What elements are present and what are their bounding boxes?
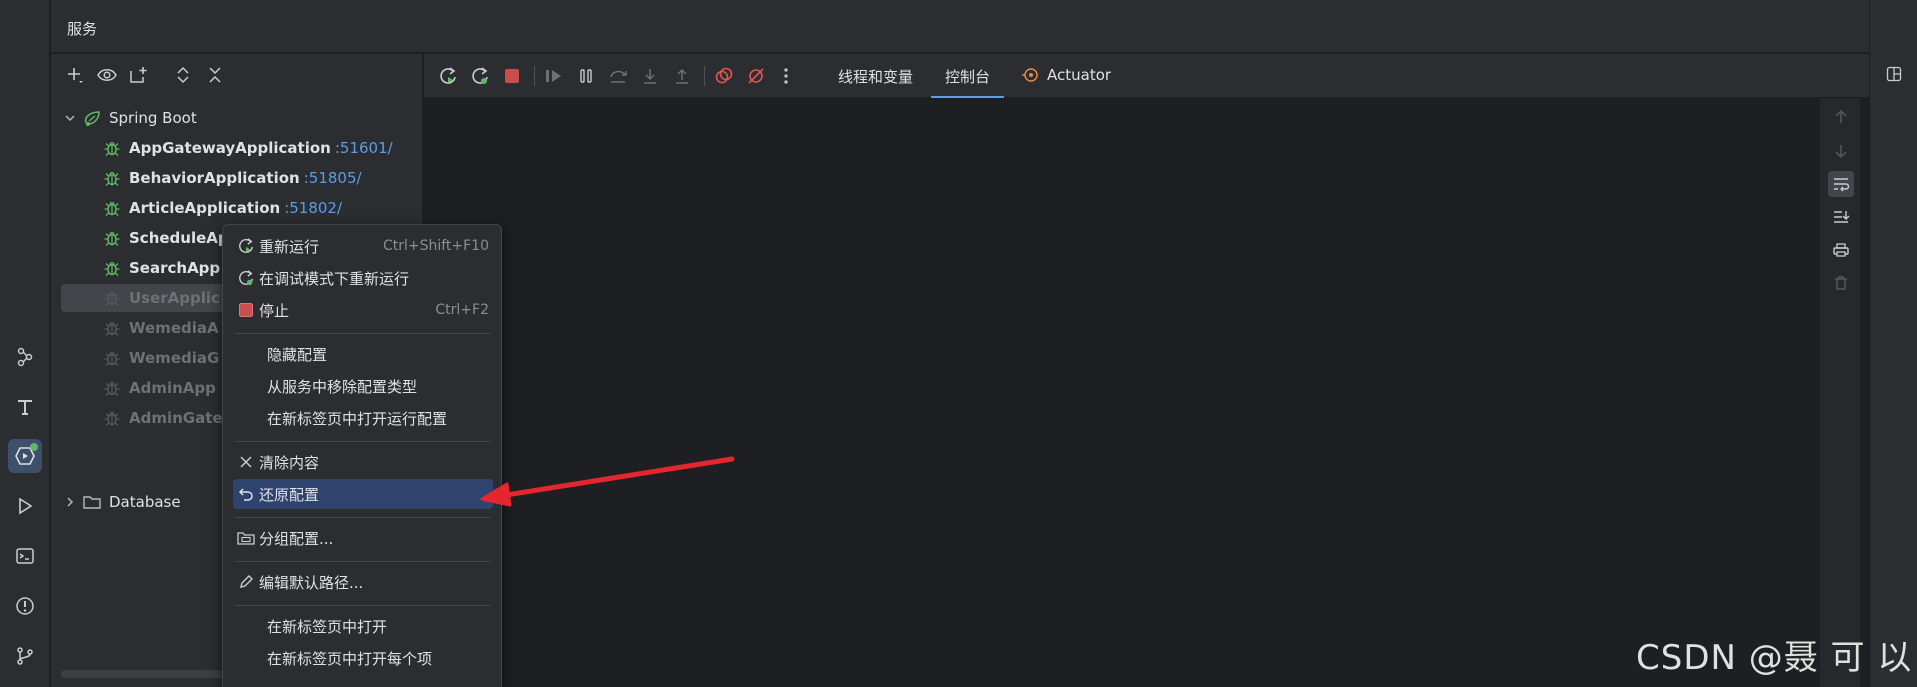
chevron-down-icon[interactable] [61,112,79,124]
stop-icon [233,302,259,318]
app-name: AppGatewayApplication [129,139,331,157]
structure-icon[interactable] [8,340,42,374]
app-name: AdminApp [129,379,216,397]
group-icon [233,530,259,546]
step-into-icon[interactable] [638,64,662,88]
rerun-icon [233,237,259,255]
app-name: WemediaA [129,319,219,337]
step-over-icon[interactable] [606,64,630,88]
panel-header: 服务 [51,0,1869,53]
tab-threads-variables[interactable]: 线程和变量 [838,66,913,87]
new-tab-icon[interactable] [127,63,151,87]
eye-icon[interactable] [95,63,119,87]
trash-icon[interactable] [1828,270,1854,296]
layout-icon[interactable] [1884,64,1904,84]
bug-icon [101,379,123,397]
watermark: CSDN @聂 可 以 [1636,638,1913,678]
problems-icon[interactable] [8,589,42,623]
menu-item-restore-config[interactable]: 还原配置 [233,479,493,509]
menu-item-hide-config[interactable]: 隐藏配置 [233,339,493,369]
mute-breakpoints-icon[interactable] [744,64,768,88]
more-options-icon[interactable] [774,64,798,88]
scroll-to-end-icon[interactable] [1828,204,1854,230]
right-tool-strip [1869,0,1917,687]
bug-icon [101,409,123,427]
bug-icon [101,199,123,217]
menu-item-rerun[interactable]: 重新运行 Ctrl+Shift+F10 [233,231,493,261]
undo-icon [233,486,259,502]
panel-title: 服务 [67,20,98,38]
tree-toolbar [51,54,423,96]
arrow-up-icon[interactable] [1828,104,1854,130]
context-menu: 重新运行 Ctrl+Shift+F10 在调试模式下重新运行 停止 Ctrl+F… [222,224,502,687]
collapse-all-icon[interactable] [203,63,227,87]
bug-icon [101,169,123,187]
pencil-icon [233,574,259,590]
app-name: AdminGate [129,409,223,427]
console-toolbar: 线程和变量 控制台 Actuator [424,54,1869,98]
menu-item-remove-config-type[interactable]: 从服务中移除配置类型 [233,371,493,401]
rerun-debug-icon [233,269,259,287]
services-icon[interactable] [8,439,42,473]
menu-item-clear-content[interactable]: 清除内容 [233,447,493,477]
app-name: ArticleApplication [129,199,281,217]
tree-node-label: Spring Boot [109,109,197,127]
menu-item-open-new-tab[interactable]: 在新标签页中打开 [233,611,493,641]
resume-icon[interactable] [542,64,566,88]
folder-icon [81,494,103,510]
terminal-icon[interactable] [8,539,42,573]
spring-boot-icon [81,109,103,127]
text-format-icon[interactable] [8,390,42,424]
menu-item-stop[interactable]: 停止 Ctrl+F2 [233,295,493,325]
git-branch-icon[interactable] [8,639,42,673]
bug-icon [101,349,123,367]
view-breakpoints-icon[interactable] [712,64,736,88]
actuator-icon [1021,66,1039,84]
step-out-icon[interactable] [670,64,694,88]
menu-item-open-each-new-tab[interactable]: 在新标签页中打开每个项 [233,643,493,673]
app-name: WemediaG [129,349,220,367]
app-name: SearchApp [129,259,221,277]
console-pane: 线程和变量 控制台 Actuator [424,54,1869,687]
bug-icon [101,229,123,247]
menu-item-open-run-config-tab[interactable]: 在新标签页中打开运行配置 [233,403,493,433]
pause-icon[interactable] [574,64,598,88]
run-icon[interactable] [8,489,42,523]
app-name: ScheduleAp [129,229,229,247]
chevron-right-icon[interactable] [61,496,79,508]
tree-node-label: Database [109,493,181,511]
print-icon[interactable] [1828,237,1854,263]
expand-all-icon[interactable] [171,63,195,87]
status-dot [30,443,38,451]
app-name: UserApplic [129,289,220,307]
activity-bar [0,0,50,687]
arrow-down-icon[interactable] [1828,138,1854,164]
app-port-link[interactable]: :51601/ [335,139,393,157]
tab-actuator[interactable]: Actuator [1021,66,1111,84]
close-icon [233,455,259,469]
soft-wrap-icon[interactable] [1828,171,1854,197]
bug-icon [101,289,123,307]
menu-item-edit-default-path[interactable]: 编辑默认路径... [233,567,493,597]
stop-icon[interactable] [500,64,524,88]
app-port-link[interactable]: :51802/ [284,199,342,217]
app-port-link[interactable]: :51805/ [304,169,362,187]
rerun-debug-icon[interactable] [468,64,492,88]
tree-node-spring-boot[interactable]: Spring Boot [61,104,413,132]
tree-node-app[interactable]: BehaviorApplication:51805/ [61,164,413,192]
app-name: BehaviorApplication [129,169,300,187]
tree-node-app[interactable]: AppGatewayApplication:51601/ [61,134,413,162]
bug-icon [101,139,123,157]
bug-icon [101,259,123,277]
tree-node-app[interactable]: ArticleApplication:51802/ [61,194,413,222]
add-icon[interactable] [63,63,87,87]
rerun-icon[interactable] [436,64,460,88]
tab-console[interactable]: 控制台 [930,66,1005,98]
console-side-toolbar [1820,98,1860,687]
menu-item-group-config[interactable]: 分组配置... [233,523,493,553]
menu-item-rerun-debug[interactable]: 在调试模式下重新运行 [233,263,493,293]
bug-icon [101,319,123,337]
